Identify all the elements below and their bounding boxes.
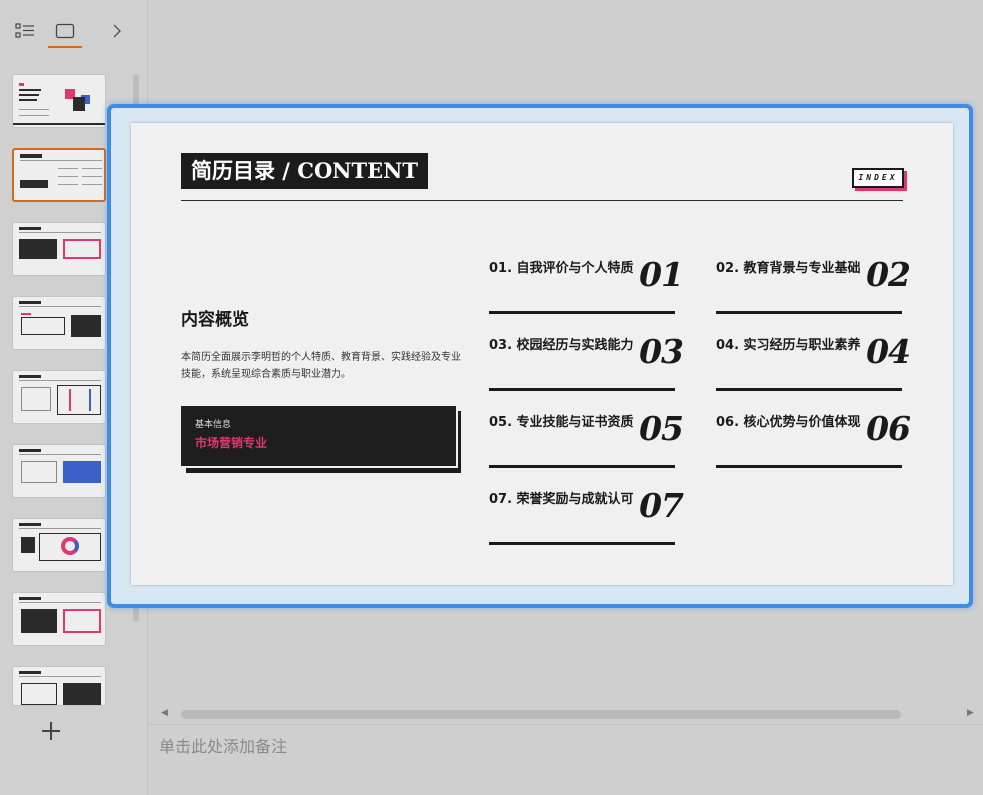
- slide-thumbnail[interactable]: [12, 444, 106, 498]
- toc-item[interactable]: 06. 核心优势与价值体现 06: [716, 409, 911, 473]
- slide-thumbnail[interactable]: [12, 592, 106, 646]
- toc-item-rule: [716, 465, 902, 468]
- scroll-left-arrow-icon[interactable]: ◀: [161, 708, 171, 720]
- toc-item-text: 01. 自我评价与个人特质: [489, 261, 634, 276]
- toc-item[interactable]: 07. 荣誉奖励与成就认可 07: [489, 486, 684, 550]
- overview-heading[interactable]: 内容概览: [181, 305, 249, 330]
- chevron-right-icon[interactable]: [102, 16, 132, 46]
- toc-item-number: 02: [866, 255, 911, 294]
- toc-item-number: 01: [639, 255, 684, 294]
- toc-item-rule: [489, 542, 675, 545]
- toc-item-text: 05. 专业技能与证书资质: [489, 415, 634, 430]
- toc-item[interactable]: 05. 专业技能与证书资质 05: [489, 409, 684, 473]
- toc-item-number: 05: [639, 409, 684, 448]
- slide-thumbnail-active[interactable]: [12, 148, 106, 202]
- toc-item[interactable]: 02. 教育背景与专业基础 02: [716, 255, 911, 319]
- horizontal-scrollbar-thumb[interactable]: [181, 710, 901, 719]
- slide-selection-frame[interactable]: 简历目录 / CONTENT INDEX 内容概览 本简历全面展示李明哲的个人特…: [107, 104, 973, 608]
- notes-divider: [149, 724, 983, 725]
- toc-item-rule: [716, 388, 902, 391]
- toc-item-rule: [489, 388, 675, 391]
- plus-icon: [42, 722, 60, 740]
- toc-item-text: 02. 教育背景与专业基础: [716, 261, 861, 276]
- slide-view-icon[interactable]: [48, 16, 82, 48]
- toc-item-rule: [489, 311, 675, 314]
- add-slide-button[interactable]: [38, 718, 64, 744]
- slide-thumbnail[interactable]: [12, 296, 106, 350]
- toc-item-number: 06: [866, 409, 911, 448]
- slide-thumbnail[interactable]: [12, 666, 106, 706]
- info-card-label: 基本信息: [195, 420, 232, 430]
- toc-item[interactable]: 03. 校园经历与实践能力 03: [489, 332, 684, 396]
- index-tag[interactable]: INDEX: [852, 168, 904, 188]
- slide-thumbnail[interactable]: [12, 222, 106, 276]
- toc-item-rule: [489, 465, 675, 468]
- toc-item-number: 03: [639, 332, 684, 371]
- toc-item-text: 07. 荣誉奖励与成就认可: [489, 492, 634, 507]
- toc-item-text: 06. 核心优势与价值体现: [716, 415, 861, 430]
- slide-thumbnail[interactable]: [12, 370, 106, 424]
- horizontal-scrollbar[interactable]: ◀ ▶: [157, 706, 977, 722]
- slide-thumbnail[interactable]: [12, 518, 106, 572]
- editor-area: 简历目录 / CONTENT INDEX 内容概览 本简历全面展示李明哲的个人特…: [107, 0, 983, 795]
- toc-item-number: 04: [866, 332, 911, 371]
- slide-title[interactable]: 简历目录 / CONTENT: [181, 153, 428, 189]
- notes-input[interactable]: 单击此处添加备注: [159, 733, 287, 757]
- toc-item-rule: [716, 311, 902, 314]
- title-divider: [181, 200, 903, 201]
- outline-list-icon[interactable]: [10, 16, 40, 46]
- scroll-right-arrow-icon[interactable]: ▶: [967, 708, 977, 720]
- slide-canvas[interactable]: 简历目录 / CONTENT INDEX 内容概览 本简历全面展示李明哲的个人特…: [131, 123, 953, 585]
- info-card-value: 市场营销专业: [195, 436, 268, 450]
- toc-item-text: 03. 校园经历与实践能力: [489, 338, 634, 353]
- toc-item-text: 04. 实习经历与职业素养: [716, 338, 861, 353]
- overview-description[interactable]: 本简历全面展示李明哲的个人特质、教育背景、实践经验及专业技能，系统呈现综合素质与…: [181, 349, 463, 383]
- toc-item[interactable]: 04. 实习经历与职业素养 04: [716, 332, 911, 396]
- slide-thumbnail[interactable]: [12, 74, 106, 128]
- info-card[interactable]: 基本信息 市场营销专业: [181, 406, 458, 468]
- toc-item-number: 07: [639, 486, 684, 525]
- toc-item[interactable]: 01. 自我评价与个人特质 01: [489, 255, 684, 319]
